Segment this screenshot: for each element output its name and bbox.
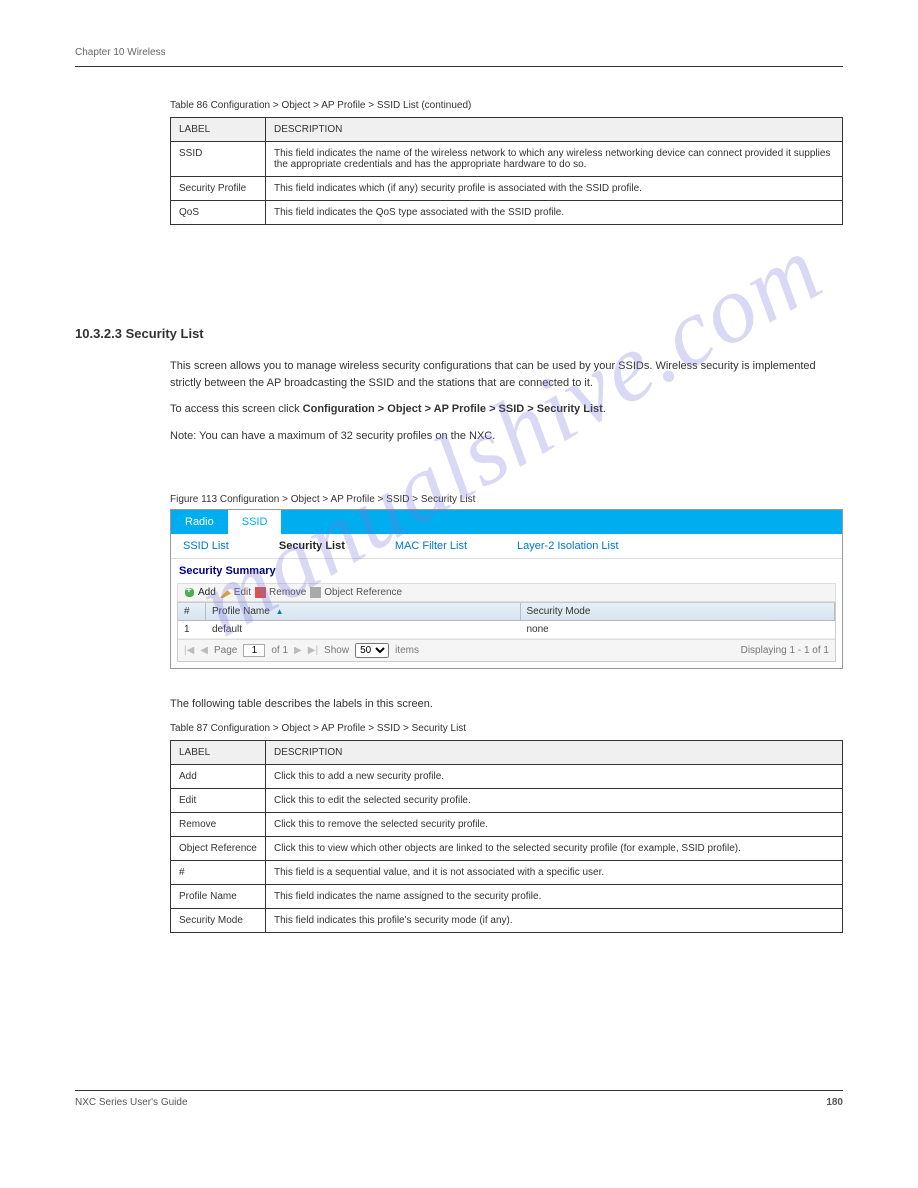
object-reference-label: Object Reference <box>324 587 402 598</box>
pager-page-input[interactable] <box>243 644 265 657</box>
table87-header-label: LABEL <box>171 740 266 764</box>
pager: |◀ ◀ Page of 1 ▶ ▶| Show 50 items Displa… <box>178 639 835 661</box>
subtab-ssid-list[interactable]: SSID List <box>183 540 229 552</box>
primary-tabs: Radio SSID <box>171 510 842 534</box>
pager-first-icon[interactable]: |◀ <box>184 645 194 656</box>
intro-para2-path: Configuration > Object > AP Profile > SS… <box>303 403 603 415</box>
table86-caption: Table 86 Configuration > Object > AP Pro… <box>170 100 843 111</box>
add-label: Add <box>198 587 216 598</box>
pager-show-select[interactable]: 50 <box>355 643 389 658</box>
footer-left: NXC Series User's Guide <box>75 1097 188 1108</box>
add-icon <box>184 587 195 598</box>
edit-label: Edit <box>234 587 251 598</box>
page-footer: NXC Series User's Guide 180 <box>75 1090 843 1108</box>
table87-block: The following table describes the labels… <box>170 696 843 933</box>
intro-para2: To access this screen click Configuratio… <box>170 401 843 418</box>
grid-toolbar: Add Edit Remove Object Reference <box>177 583 836 602</box>
pager-next-icon[interactable]: ▶ <box>294 645 302 656</box>
table86-row0-label: SSID <box>171 142 266 177</box>
grid-row0-profile: default <box>206 621 521 638</box>
grid-header-profile-label: Profile Name <box>212 606 270 617</box>
table87-r2-l: Remove <box>171 812 266 836</box>
grid-header-profile[interactable]: Profile Name ▲ <box>206 603 521 620</box>
table87-r0-d: Click this to add a new security profile… <box>266 764 843 788</box>
table86-row1-desc: This field indicates which (if any) secu… <box>266 177 843 201</box>
subtab-security-list[interactable]: Security List <box>279 540 345 552</box>
subtab-layer2-isolation[interactable]: Layer-2 Isolation List <box>517 540 619 552</box>
page-header-bar: Chapter 10 Wireless <box>75 46 843 67</box>
table87-r3-l: Object Reference <box>171 836 266 860</box>
object-reference-button[interactable]: Object Reference <box>310 587 402 598</box>
table87-r0-l: Add <box>171 764 266 788</box>
edit-button[interactable]: Edit <box>220 587 251 598</box>
subtab-mac-filter[interactable]: MAC Filter List <box>395 540 467 552</box>
table-row[interactable]: 1 default none <box>178 621 835 639</box>
pager-items-label: items <box>395 645 419 656</box>
page-header-text: Chapter 10 Wireless <box>75 47 166 58</box>
tab-ssid[interactable]: SSID <box>228 510 282 534</box>
table86-row0-desc: This field indicates the name of the wir… <box>266 142 843 177</box>
security-summary-title: Security Summary <box>171 559 842 583</box>
figure-caption: Figure 113 Configuration > Object > AP P… <box>170 494 843 505</box>
object-reference-icon <box>310 587 321 598</box>
pager-display: Displaying 1 - 1 of 1 <box>741 645 829 656</box>
table-desc: The following table describes the labels… <box>170 696 843 713</box>
table86-row2-desc: This field indicates the QoS type associ… <box>266 201 843 225</box>
remove-label: Remove <box>269 587 306 598</box>
table86-row2-label: QoS <box>171 201 266 225</box>
table87-r4-d: This field is a sequential value, and it… <box>266 860 843 884</box>
table86-section: Table 86 Configuration > Object > AP Pro… <box>170 100 843 225</box>
pager-prev-icon[interactable]: ◀ <box>200 645 208 656</box>
grid-header-num[interactable]: # <box>178 603 206 620</box>
table87-r6-d: This field indicates this profile's secu… <box>266 908 843 932</box>
section-heading-security-list: 10.3.2.3 Security List <box>75 326 204 341</box>
edit-icon <box>220 587 231 598</box>
sub-tabs: SSID List Security List MAC Filter List … <box>171 534 842 559</box>
table86-header-desc: DESCRIPTION <box>266 118 843 142</box>
grid-header-mode[interactable]: Security Mode <box>521 603 836 620</box>
sort-asc-icon: ▲ <box>276 607 284 616</box>
grid-row0-num: 1 <box>178 621 206 638</box>
grid-header: # Profile Name ▲ Security Mode <box>178 603 835 621</box>
table87-r3-d: Click this to view which other objects a… <box>266 836 843 860</box>
footer-right: 180 <box>826 1097 843 1108</box>
pager-last-icon[interactable]: ▶| <box>308 645 318 656</box>
remove-icon <box>255 587 266 598</box>
intro-block: This screen allows you to manage wireles… <box>170 358 843 454</box>
pager-page-label: Page <box>214 645 237 656</box>
table87-r2-d: Click this to remove the selected securi… <box>266 812 843 836</box>
table87: LABEL DESCRIPTION AddClick this to add a… <box>170 740 843 933</box>
intro-para1: This screen allows you to manage wireles… <box>170 358 843 391</box>
figure-section: Figure 113 Configuration > Object > AP P… <box>170 486 843 669</box>
figure-box: Radio SSID SSID List Security List MAC F… <box>170 509 843 669</box>
tab-radio[interactable]: Radio <box>171 510 228 534</box>
table87-r5-l: Profile Name <box>171 884 266 908</box>
table87-r5-d: This field indicates the name assigned t… <box>266 884 843 908</box>
pager-show-label: Show <box>324 645 349 656</box>
pager-of-label: of 1 <box>271 645 288 656</box>
table87-header-desc: DESCRIPTION <box>266 740 843 764</box>
table87-r4-l: # <box>171 860 266 884</box>
table87-r1-d: Click this to edit the selected security… <box>266 788 843 812</box>
security-grid: # Profile Name ▲ Security Mode 1 default… <box>177 602 836 662</box>
remove-button[interactable]: Remove <box>255 587 306 598</box>
table86: LABEL DESCRIPTION SSID This field indica… <box>170 117 843 225</box>
intro-para2-prefix: To access this screen click <box>170 403 303 415</box>
table87-r1-l: Edit <box>171 788 266 812</box>
grid-row0-mode: none <box>521 621 836 638</box>
intro-para3: Note: You can have a maximum of 32 secur… <box>170 428 843 445</box>
table86-row1-label: Security Profile <box>171 177 266 201</box>
add-button[interactable]: Add <box>184 587 216 598</box>
intro-para3-suffix: NXC. <box>469 430 495 442</box>
table87-caption: Table 87 Configuration > Object > AP Pro… <box>170 723 843 734</box>
table87-r6-l: Security Mode <box>171 908 266 932</box>
intro-para3-prefix: Note: You can have a maximum of 32 secur… <box>170 430 469 442</box>
table86-header-label: LABEL <box>171 118 266 142</box>
